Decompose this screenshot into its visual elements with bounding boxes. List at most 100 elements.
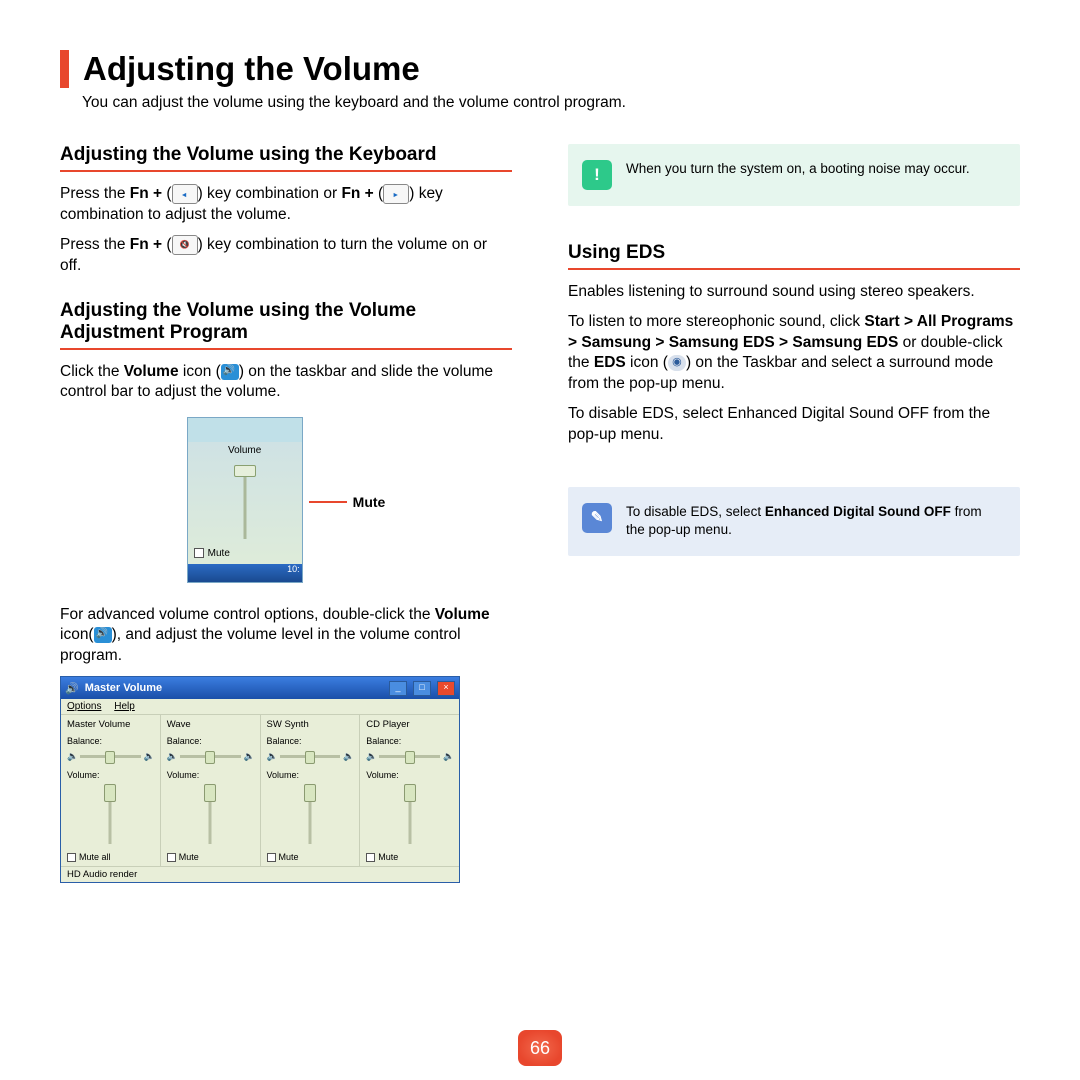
menu-help[interactable]: Help <box>114 701 135 712</box>
page-title: Adjusting the Volume <box>83 50 420 88</box>
mute-callout-label: Mute <box>353 494 386 510</box>
volume-slider[interactable] <box>398 782 422 846</box>
content-columns: Adjusting the Volume using the Keyboard … <box>60 144 1020 883</box>
channel-name: Wave <box>167 719 254 730</box>
balance-label: Balance: <box>366 736 453 746</box>
section-keyboard-heading: Adjusting the Volume using the Keyboard <box>60 144 512 172</box>
volume-slider[interactable] <box>298 782 322 846</box>
text: For advanced volume control options, dou… <box>60 606 435 623</box>
channel-name: Master Volume <box>67 719 154 730</box>
text: icon ( <box>630 354 668 371</box>
taskbar-clock: 10: <box>287 564 300 582</box>
channel: Wave Balance: 🔈🔈 Volume: Mute <box>161 715 261 866</box>
volume-tray-icon <box>94 627 112 643</box>
volume-label: Volume: <box>167 770 254 780</box>
mute-row[interactable]: Mute <box>267 852 354 862</box>
maximize-button[interactable]: □ <box>413 681 431 696</box>
channels-row: Master Volume Balance: 🔈🔈 Volume: Mute a… <box>61 715 459 866</box>
left-column: Adjusting the Volume using the Keyboard … <box>60 144 512 883</box>
volume-slider[interactable] <box>98 782 122 846</box>
text: key combination or <box>207 185 341 202</box>
right-column: ! When you turn the system on, a booting… <box>568 144 1020 883</box>
master-volume-window: 🔊 Master Volume _ □ × Options Help Maste… <box>60 676 460 883</box>
volume-down-key-icon <box>172 184 198 204</box>
balance-label: Balance: <box>67 736 154 746</box>
volume-popup-screenshot: Volume Mute 10: <box>187 417 303 583</box>
para-eds-1: Enables listening to surround sound usin… <box>568 282 1020 302</box>
mute-label: Mute <box>279 852 299 862</box>
text: To disable EDS, select <box>626 504 765 519</box>
channel-name: CD Player <box>366 719 453 730</box>
page-number: 66 <box>518 1030 562 1066</box>
mute-checkbox[interactable] <box>167 853 176 862</box>
volume-popup-with-callout: Volume Mute 10: Mute <box>187 413 386 591</box>
balance-label: Balance: <box>167 736 254 746</box>
mute-checkbox[interactable] <box>366 853 375 862</box>
info-text: When you turn the system on, a booting n… <box>626 160 970 190</box>
volume-label: Volume: <box>267 770 354 780</box>
balance-slider[interactable]: 🔈🔈 <box>67 748 154 764</box>
balance-slider[interactable]: 🔈🔈 <box>167 748 254 764</box>
text-bold: Volume <box>435 606 490 623</box>
text: To listen to more stereophonic sound, cl… <box>568 313 864 330</box>
channel-name: SW Synth <box>267 719 354 730</box>
close-button[interactable]: × <box>437 681 455 696</box>
window-titlebar[interactable]: 🔊 Master Volume _ □ × <box>61 677 459 699</box>
accent-bar <box>60 50 69 88</box>
info-box-boot-noise: ! When you turn the system on, a booting… <box>568 144 1020 206</box>
popup-mute-row[interactable]: Mute <box>188 545 302 564</box>
info-text: To disable EDS, select Enhanced Digital … <box>626 503 1000 539</box>
minimize-button[interactable]: _ <box>389 681 407 696</box>
window-title: Master Volume <box>85 682 162 694</box>
text: Press the <box>60 185 130 202</box>
para-keyboard-1: Press the Fn + () key combination or Fn … <box>60 184 512 225</box>
popup-slider-track[interactable] <box>188 459 302 545</box>
para-eds-3: To disable EDS, select Enhanced Digital … <box>568 404 1020 445</box>
balance-slider[interactable]: 🔈🔈 <box>366 748 453 764</box>
text: Press the <box>60 236 130 253</box>
mute-checkbox[interactable] <box>67 853 76 862</box>
volume-tray-icon <box>221 364 239 380</box>
mute-key-icon <box>172 235 198 255</box>
text-bold: Fn + <box>130 185 167 202</box>
popup-taskbar: 10: <box>188 564 302 582</box>
mute-label: Mute <box>378 852 398 862</box>
volume-up-key-icon <box>383 184 409 204</box>
volume-label: Volume: <box>366 770 453 780</box>
popup-slider-thumb[interactable] <box>234 465 256 477</box>
volume-label: Volume: <box>67 770 154 780</box>
para-keyboard-2: Press the Fn + () key combination to tur… <box>60 235 512 276</box>
window-icon: 🔊 <box>65 682 79 695</box>
volume-slider[interactable] <box>198 782 222 846</box>
balance-label: Balance: <box>267 736 354 746</box>
callout-line <box>309 501 347 503</box>
section-eds-heading: Using EDS <box>568 242 1020 270</box>
balance-slider[interactable]: 🔈🔈 <box>267 748 354 764</box>
text-bold: Fn + <box>341 185 378 202</box>
page-subtitle: You can adjust the volume using the keyb… <box>82 94 1020 112</box>
window-statusbar: HD Audio render <box>61 866 459 882</box>
text: ), and adjust the volume level in the vo… <box>60 626 461 663</box>
text: icon( <box>60 626 94 643</box>
channel: CD Player Balance: 🔈🔈 Volume: Mute <box>360 715 459 866</box>
text: icon ( <box>183 363 221 380</box>
mute-checkbox[interactable] <box>194 548 204 558</box>
text-bold: Fn + <box>130 236 167 253</box>
warning-icon: ! <box>582 160 612 190</box>
window-menu[interactable]: Options Help <box>61 699 459 715</box>
mute-label: Mute <box>179 852 199 862</box>
mute-checkbox[interactable] <box>267 853 276 862</box>
mute-label: Mute all <box>79 852 111 862</box>
mute-row[interactable]: Mute <box>366 852 453 862</box>
eds-tray-icon: ◉ <box>668 355 686 371</box>
section-program-heading: Adjusting the Volume using the Volume Ad… <box>60 300 512 350</box>
mute-row[interactable]: Mute all <box>67 852 154 862</box>
note-icon: ✎ <box>582 503 612 533</box>
para-program-2: For advanced volume control options, dou… <box>60 605 512 666</box>
text: Click the <box>60 363 124 380</box>
page-title-row: Adjusting the Volume <box>60 50 1020 88</box>
popup-top <box>188 418 302 442</box>
mute-row[interactable]: Mute <box>167 852 254 862</box>
info-box-eds-disable: ✎ To disable EDS, select Enhanced Digita… <box>568 487 1020 555</box>
menu-options[interactable]: Options <box>67 701 101 712</box>
